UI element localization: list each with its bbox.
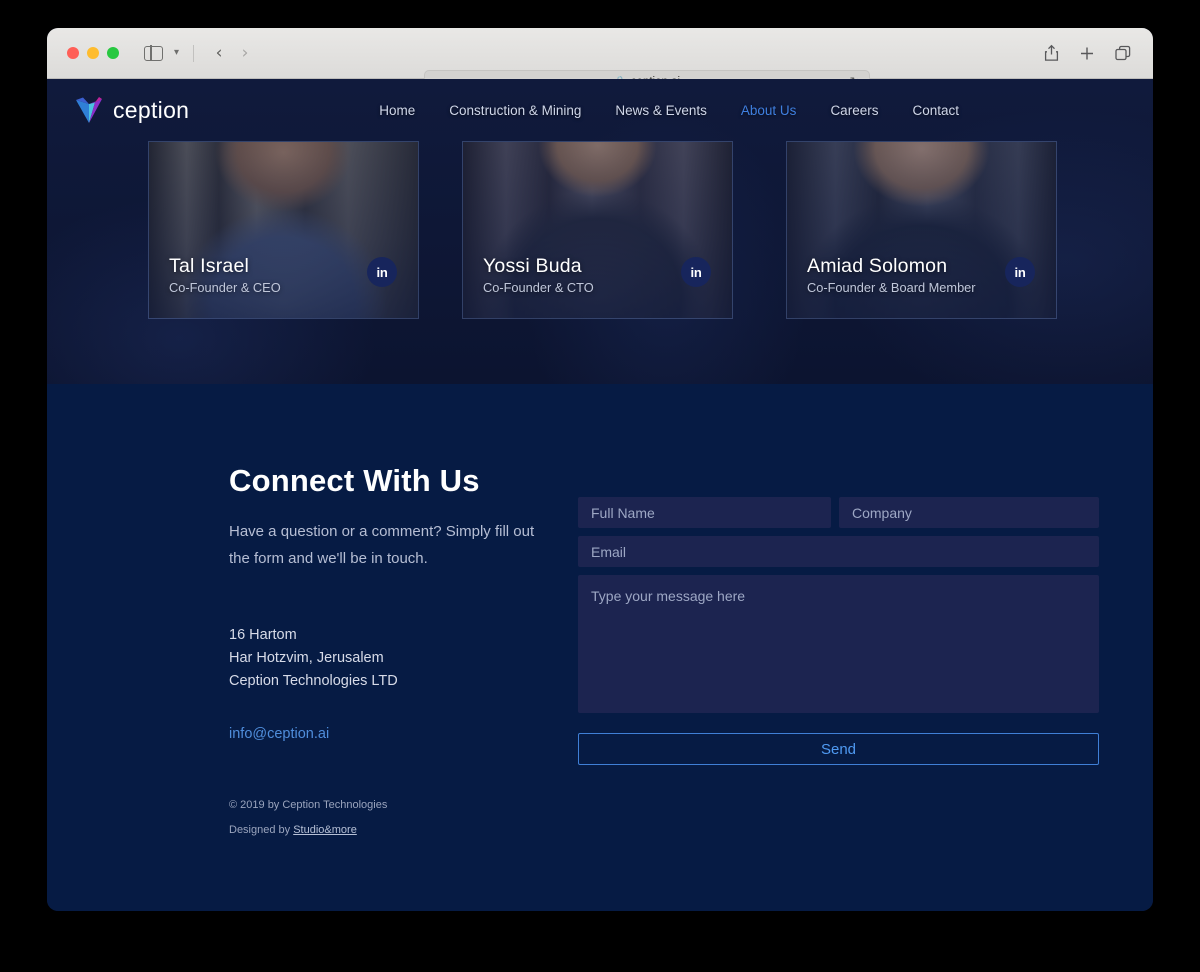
full-name-input[interactable] [578, 497, 831, 528]
company-input[interactable] [839, 497, 1099, 528]
contact-form: Send [578, 497, 1099, 765]
maximize-window-button[interactable] [107, 47, 119, 59]
back-button[interactable]: ‹ [208, 44, 230, 62]
contact-section: Connect With Us Have a question or a com… [47, 384, 1153, 911]
team-card[interactable]: Tal Israel Co-Founder & CEO in [148, 141, 419, 319]
page-title: Connect With Us [229, 463, 480, 498]
browser-window: ▾ ‹ › 🔒 ception.ai ↻ [47, 28, 1153, 911]
designed-by-prefix: Designed by [229, 824, 294, 836]
team-member-role: Co-Founder & CTO [483, 280, 594, 295]
team-member-info: Yossi Buda Co-Founder & CTO [483, 255, 594, 295]
nav-item-about-us[interactable]: About Us [741, 103, 797, 118]
toolbar-divider [193, 44, 195, 62]
site-header: ception Home Construction & Mining News … [47, 79, 1153, 141]
team-card-list: Tal Israel Co-Founder & CEO in Yossi Bud… [47, 141, 1153, 319]
copyright-text: © 2019 by Ception Technologies [229, 799, 388, 811]
plus-icon[interactable] [1080, 46, 1094, 60]
email-link[interactable]: info@ception.ai [229, 726, 329, 742]
browser-toolbar: ▾ ‹ › 🔒 ception.ai ↻ [47, 28, 1153, 93]
chevron-down-icon[interactable]: ▾ [174, 48, 179, 58]
nav-item-news-events[interactable]: News & Events [615, 103, 707, 118]
address-line-1: 16 Hartom [229, 627, 297, 643]
team-member-role: Co-Founder & Board Member [807, 280, 976, 295]
share-icon[interactable] [1044, 44, 1059, 62]
designer-link[interactable]: Studio&more [293, 824, 357, 836]
site-logo[interactable]: ception [74, 95, 189, 125]
tab-overview-icon[interactable] [1115, 45, 1131, 61]
email-input[interactable] [578, 536, 1099, 567]
team-member-name: Yossi Buda [483, 255, 582, 277]
team-card[interactable]: Amiad Solomon Co-Founder & Board Member … [786, 141, 1057, 319]
close-window-button[interactable] [67, 47, 79, 59]
forward-button[interactable]: › [234, 44, 256, 62]
team-member-info: Amiad Solomon Co-Founder & Board Member [807, 255, 976, 295]
team-section: Tal Israel Co-Founder & CEO in Yossi Bud… [47, 79, 1153, 384]
team-member-name: Amiad Solomon [807, 255, 948, 277]
designed-by-text: Designed by Studio&more [229, 824, 357, 836]
sidebar-toggle-icon[interactable] [144, 44, 163, 62]
team-card[interactable]: Yossi Buda Co-Founder & CTO in [462, 141, 733, 319]
message-textarea[interactable] [578, 575, 1099, 713]
nav-item-contact[interactable]: Contact [912, 103, 959, 118]
nav-item-home[interactable]: Home [379, 103, 415, 118]
nav-item-construction-mining[interactable]: Construction & Mining [449, 103, 581, 118]
main-navigation: Home Construction & Mining News & Events… [379, 103, 959, 118]
team-member-info: Tal Israel Co-Founder & CEO [169, 255, 281, 295]
contact-subtitle: Have a question or a comment? Simply fil… [229, 523, 535, 567]
team-member-role: Co-Founder & CEO [169, 280, 281, 295]
team-member-name: Tal Israel [169, 255, 250, 277]
minimize-window-button[interactable] [87, 47, 99, 59]
window-controls[interactable] [67, 47, 119, 59]
linkedin-icon[interactable]: in [1005, 257, 1035, 287]
address-line-2: Har Hotzvim, Jerusalem [229, 650, 384, 666]
send-button[interactable]: Send [578, 733, 1099, 765]
logo-text: ception [113, 96, 190, 123]
toolbar-right-actions [1044, 44, 1131, 62]
web-page: Tal Israel Co-Founder & CEO in Yossi Bud… [47, 79, 1153, 911]
linkedin-icon[interactable]: in [367, 257, 397, 287]
company-address: 16 Hartom Har Hotzvim, Jerusalem Ception… [229, 624, 559, 693]
nav-item-careers[interactable]: Careers [830, 103, 878, 118]
ception-logo-icon [76, 97, 102, 123]
address-line-3: Ception Technologies LTD [229, 673, 398, 689]
linkedin-icon[interactable]: in [681, 257, 711, 287]
